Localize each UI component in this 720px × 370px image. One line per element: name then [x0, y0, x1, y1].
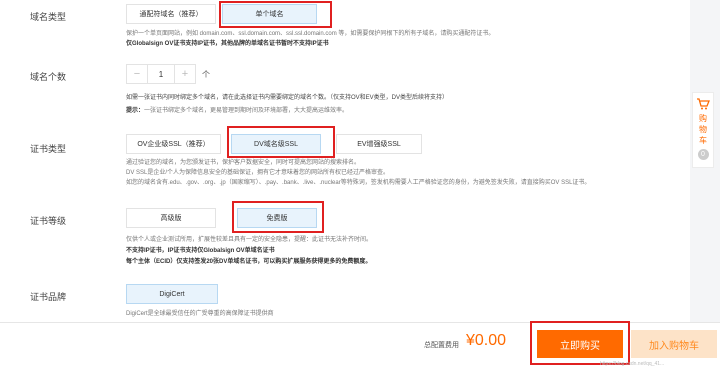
cert-level-note-3: 每个主体（ECID）仅支持签发20张DV单域名证书，可以购买扩展服务获得更多的免…	[126, 259, 372, 265]
minus-button[interactable]: −	[127, 65, 147, 83]
highlight-box	[530, 321, 630, 365]
option-digicert[interactable]: DigiCert	[126, 284, 218, 304]
plus-button[interactable]: +	[175, 65, 195, 83]
cert-brand-label: 证书品牌	[30, 292, 67, 302]
cert-level-note-2: 不支持IP证书，IP证书支持仅Globalsign OV单域名证书	[126, 248, 275, 254]
cert-type-note-2: DV SSL是企业/个人为保障信息安全的基础保证，拥有它才意味着您的网站所有权已…	[126, 170, 390, 176]
config-panel: 域名类型 通配符域名（推荐） 单个域名 保护一个单页面网站，例如 domain.…	[0, 0, 690, 322]
side-cart-label: 购 物 车	[699, 114, 707, 145]
domain-type-label: 域名类型	[30, 12, 67, 22]
cert-level-label: 证书等级	[30, 216, 67, 226]
tip-prefix: 提示：	[126, 108, 145, 114]
side-cart-widget[interactable]: 购 物 车 0	[692, 92, 714, 168]
domain-count-unit: 个	[202, 70, 210, 79]
option-advanced[interactable]: 高级版	[126, 208, 216, 228]
cart-icon	[697, 98, 710, 110]
add-to-cart-button[interactable]: 加入购物车	[631, 330, 717, 358]
cert-brand-note: DigiCert是全球最受信任的广受尊重的高保障证书提供商	[126, 311, 274, 317]
total-cost-value: ¥0.00	[466, 332, 507, 349]
highlight-box	[227, 126, 335, 158]
total-cost-label: 总配置费用	[424, 342, 459, 349]
cert-type-label: 证书类型	[30, 144, 67, 154]
watermark: https://blog.csdn.net/qq_41...	[600, 361, 665, 367]
domain-count-value[interactable]: 1	[147, 65, 175, 83]
cert-type-note-1: 通过验证您的域名，为您颁发证书，保护客户数据安全，同时可提高您网站的搜索排名。	[126, 160, 361, 166]
option-ov-ssl[interactable]: OV企业级SSL（推荐）	[126, 134, 221, 154]
cert-type-note-3: 如您的域名含有.edu、.gov、.org、.jp（国家缩写）、.pay、.ba…	[126, 180, 591, 186]
domain-count-label: 域名个数	[30, 72, 67, 82]
cert-level-note-1: 仅供个人或企业测试所用，扩展性较差且具有一定的安全隐患，提醒：此证书无法补齐时间…	[126, 237, 373, 243]
side-cart-count: 0	[697, 149, 709, 160]
option-wildcard-domain[interactable]: 通配符域名（推荐）	[126, 4, 216, 24]
highlight-box	[219, 1, 332, 28]
domain-count-stepper: − 1 +	[126, 64, 196, 84]
tip-text: 一张证书绑定多个域名，更易管理到期时间及环境部署，大大提高运维效率。	[144, 108, 349, 114]
domain-count-note: 如需一张证书内同时绑定多个域名，请在此选择证书内需要绑定的域名个数。（仅支持OV…	[126, 95, 449, 101]
option-ev-ssl[interactable]: EV增强级SSL	[336, 134, 422, 154]
highlight-box	[232, 201, 324, 233]
domain-count-tip: 提示：一张证书绑定多个域名，更易管理到期时间及环境部署，大大提高运维效率。	[126, 107, 348, 116]
domain-type-ip-note: 仅Globalsign OV证书支持IP证书，其他品牌的单域名证书暂时不支持IP…	[126, 41, 329, 47]
domain-type-note: 保护一个单页面网站，例如 domain.com、ssl.domain.com、s…	[126, 31, 495, 37]
